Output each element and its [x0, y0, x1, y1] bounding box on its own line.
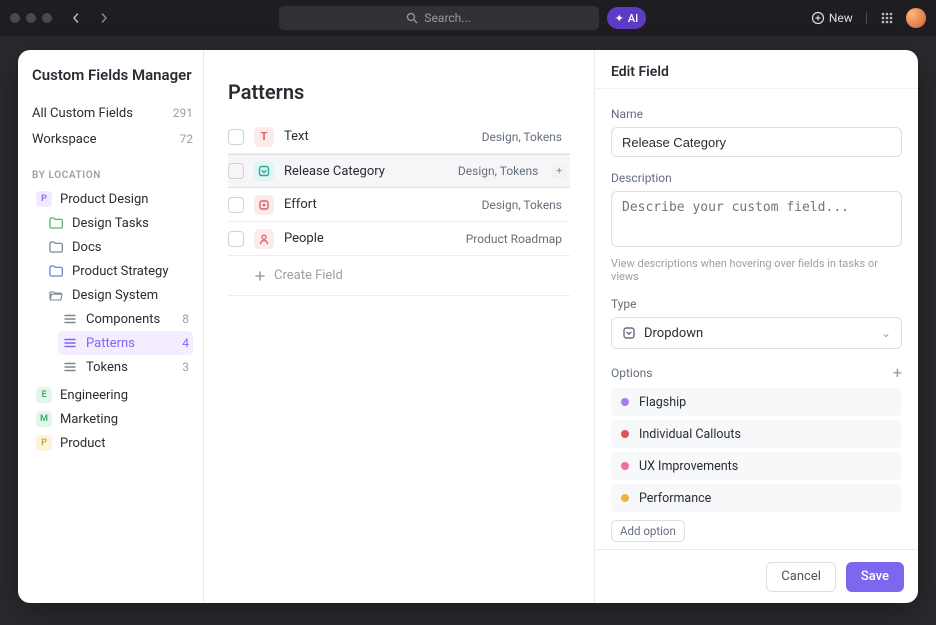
dropdown-option[interactable]: Performance [611, 484, 902, 512]
people-field-icon [254, 229, 274, 249]
field-location: Design, Tokens [482, 198, 562, 212]
dropdown-field-icon [254, 161, 274, 181]
list-tokens[interactable]: Tokens 3 [58, 355, 193, 379]
folder-docs[interactable]: Docs [44, 235, 193, 259]
fields-list-pane: Patterns T Text Design, Tokens Release C… [204, 50, 594, 603]
sidebar-workspace[interactable]: Workspace 72 [32, 126, 193, 152]
titlebar: Search... ✦ AI New | [0, 0, 936, 36]
text-field-icon: T [254, 127, 274, 147]
folder-icon [48, 265, 64, 277]
name-label: Name [611, 107, 902, 121]
sidebar: Custom Fields Manager All Custom Fields … [18, 50, 204, 603]
custom-fields-modal: Custom Fields Manager All Custom Fields … [18, 50, 918, 603]
edit-field-panel: Edit Field Name Description View descrip… [594, 50, 918, 603]
description-label: Description [611, 171, 902, 185]
folder-design-tasks[interactable]: Design Tasks [44, 211, 193, 235]
field-location: Design, Tokens [482, 130, 562, 144]
close-dot[interactable] [10, 13, 20, 23]
effort-field-icon [254, 195, 274, 215]
folder-design-system[interactable]: Design System [44, 283, 193, 307]
folder-product-strategy[interactable]: Product Strategy [44, 259, 193, 283]
name-input[interactable] [611, 127, 902, 157]
field-location: Product Roadmap [466, 232, 562, 246]
list-heading: Patterns [228, 80, 570, 104]
nav-forward[interactable] [94, 6, 114, 30]
options-label: Options [611, 366, 653, 380]
plus-circle-icon [811, 11, 825, 25]
sidebar-all-custom-fields[interactable]: All Custom Fields 291 [32, 100, 193, 126]
minimize-dot[interactable] [26, 13, 36, 23]
space-letter-icon: P [36, 191, 52, 207]
color-swatch [621, 462, 629, 470]
type-label: Type [611, 297, 902, 311]
description-input[interactable] [611, 191, 902, 247]
field-row-text[interactable]: T Text Design, Tokens [228, 120, 570, 154]
list-icon [62, 338, 78, 348]
chevron-down-icon: ⌄ [881, 326, 891, 340]
sidebar-title: Custom Fields Manager [32, 66, 193, 84]
nav-back[interactable] [66, 6, 86, 30]
field-row-effort[interactable]: Effort Design, Tokens [228, 188, 570, 222]
search-placeholder: Search... [424, 11, 470, 25]
list-icon [62, 314, 78, 324]
space-marketing[interactable]: M Marketing [32, 407, 193, 431]
folder-icon [48, 217, 64, 229]
dropdown-option[interactable]: Individual Callouts [611, 420, 902, 448]
folder-icon [48, 241, 64, 253]
extra-locations-chip[interactable]: + [552, 165, 566, 178]
plus-icon [254, 270, 266, 282]
list-icon [62, 362, 78, 372]
space-letter-icon: M [36, 411, 52, 427]
dropdown-option[interactable]: Flagship [611, 388, 902, 416]
field-row-people[interactable]: People Product Roadmap [228, 222, 570, 256]
panel-title: Edit Field [595, 50, 918, 89]
cancel-button[interactable]: Cancel [766, 562, 836, 592]
new-button[interactable]: New [811, 11, 853, 25]
color-swatch [621, 494, 629, 502]
color-swatch [621, 398, 629, 406]
space-product-design[interactable]: P Product Design [32, 187, 193, 211]
ai-button[interactable]: ✦ AI [607, 7, 647, 29]
type-select[interactable]: Dropdown ⌄ [611, 317, 902, 349]
add-option-icon[interactable]: + [893, 363, 902, 382]
dropdown-type-icon [622, 326, 636, 340]
folder-open-icon [48, 289, 64, 301]
dropdown-option[interactable]: UX Improvements [611, 452, 902, 480]
global-search[interactable]: Search... [279, 6, 599, 30]
color-swatch [621, 430, 629, 438]
row-checkbox[interactable] [228, 163, 244, 179]
space-letter-icon: E [36, 387, 52, 403]
sparkle-icon: ✦ [615, 12, 624, 25]
create-field-button[interactable]: Create Field [228, 256, 570, 296]
row-checkbox[interactable] [228, 231, 244, 247]
space-product[interactable]: P Product [32, 431, 193, 455]
user-avatar[interactable] [906, 8, 926, 28]
row-checkbox[interactable] [228, 197, 244, 213]
row-checkbox[interactable] [228, 129, 244, 145]
search-icon [406, 12, 418, 24]
window-controls [10, 13, 52, 23]
zoom-dot[interactable] [42, 13, 52, 23]
space-letter-icon: P [36, 435, 52, 451]
space-engineering[interactable]: E Engineering [32, 383, 193, 407]
save-button[interactable]: Save [846, 562, 904, 592]
description-hint: View descriptions when hovering over fie… [611, 257, 902, 283]
list-patterns[interactable]: Patterns 4 [58, 331, 193, 355]
sidebar-section-label: BY LOCATION [32, 170, 193, 181]
apps-icon[interactable] [880, 11, 894, 25]
list-components[interactable]: Components 8 [58, 307, 193, 331]
field-row-release-category[interactable]: Release Category Design, Tokens + [228, 154, 570, 188]
add-option-button[interactable]: Add option [611, 520, 685, 542]
field-location: Design, Tokens [458, 164, 538, 178]
